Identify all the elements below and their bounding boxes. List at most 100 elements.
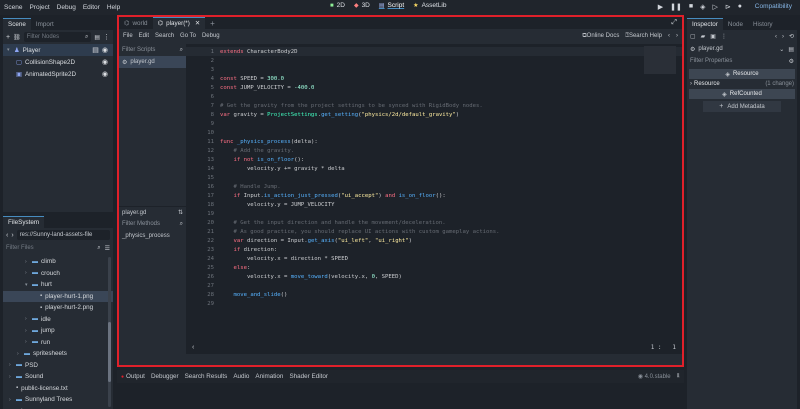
code-line[interactable]: 24 velocity.x = direction * SPEED (186, 254, 682, 263)
folder-item[interactable]: › ▬ crouch (3, 268, 113, 280)
online-docs-button[interactable]: ⧉Online Docs (582, 33, 619, 40)
code-line[interactable]: 14 velocity.y += gravity * delta (186, 164, 682, 173)
more-icon[interactable]: ⋮ (103, 33, 110, 41)
collapse-icon[interactable]: ▾ (7, 47, 14, 53)
menu-scene[interactable]: Scene (4, 4, 22, 11)
scrollbar[interactable] (108, 257, 111, 407)
search-help-button[interactable]: ⍰Search Help (625, 33, 662, 40)
code-line[interactable]: 1 extends CharacterBody2D (186, 47, 682, 56)
back-icon[interactable]: ‹ (775, 34, 777, 40)
folder-item[interactable]: › ▬ idle (3, 314, 113, 326)
add-node-icon[interactable]: + (6, 34, 10, 41)
code-line[interactable]: 22 var direction = Input. get_axis("ui_le… (186, 236, 682, 245)
more-icon[interactable]: ⋮ (721, 33, 727, 40)
code-line[interactable]: 29 (186, 299, 682, 308)
tab-import[interactable]: Import (31, 18, 59, 30)
pause-icon[interactable]: ❚❚ (670, 3, 682, 11)
code-line[interactable]: 18 velocity.y = JUMP_VELOCITY (186, 200, 682, 209)
code-line[interactable]: 28 move_and_slide() (186, 290, 682, 299)
method-item[interactable]: _physics_process (119, 230, 186, 242)
filter-nodes-input[interactable]: Filter Nodes ⌕ (23, 32, 92, 42)
folder-item[interactable]: › ▬ run (3, 337, 113, 349)
prev-script-icon[interactable]: ‹ (668, 33, 670, 39)
node-collisionshape2d[interactable]: ▢ CollisionShape2D ◉ (3, 56, 113, 68)
expand-icon[interactable]: › (9, 397, 16, 403)
tab-output[interactable]: Output (126, 373, 145, 380)
code-line[interactable]: 26 velocity.x = move_toward (velocity.x, … (186, 272, 682, 281)
menu-project[interactable]: Project (29, 4, 49, 11)
code-line[interactable]: 23 if direction: (186, 245, 682, 254)
filter-scripts-input[interactable]: Filter Scripts ⌕ (119, 44, 186, 56)
property-resource[interactable]: › Resource (1 change) (687, 79, 797, 89)
file-item[interactable]: ▪ player-hurt-2.png (3, 302, 113, 314)
menu-goto[interactable]: Go To (180, 33, 196, 39)
settings-icon[interactable]: ⚙ (789, 58, 794, 65)
script-item-player[interactable]: ⚙ player.gd (119, 56, 186, 68)
forward-icon[interactable]: › (782, 34, 784, 40)
tab-debugger[interactable]: Debugger (151, 373, 179, 380)
tab-node[interactable]: Node (723, 18, 748, 30)
menu-debug[interactable]: Debug (57, 4, 76, 11)
tab-world[interactable]: ⌬ world (119, 17, 153, 29)
back-icon[interactable]: ‹ (6, 232, 8, 239)
code-line[interactable]: 5 const JUMP_VELOCITY = -400.0 (186, 83, 682, 92)
play-icon[interactable]: ▶ (658, 3, 663, 11)
code-line[interactable]: 13 if not is_on_floor (): (186, 155, 682, 164)
code-line[interactable]: 10 (186, 128, 682, 137)
code-line[interactable]: 2 (186, 56, 682, 65)
workspace-2d[interactable]: ■ 2D (330, 2, 345, 9)
path-field[interactable]: res://Sunny-land-assets-file (16, 230, 110, 240)
tab-history[interactable]: History (748, 18, 778, 30)
code-line[interactable]: 6 (186, 92, 682, 101)
link-icon[interactable]: ⛓ (13, 34, 21, 41)
code-line[interactable]: 3 (186, 65, 682, 74)
forward-icon[interactable]: › (11, 232, 13, 239)
remote-debug-icon[interactable]: ◈ (700, 3, 705, 11)
code-line[interactable]: 17 if Input. is_action_just_pressed("ui_a… (186, 191, 682, 200)
tab-animation[interactable]: Animation (255, 373, 283, 380)
code-line[interactable]: 7 # Get the gravity from the project sett… (186, 101, 682, 110)
folder-item[interactable]: › ▬ PSD (3, 360, 113, 372)
inspected-object[interactable]: ⚙ player.gd ⌄ ▤ (687, 43, 797, 55)
minimap[interactable] (644, 46, 676, 74)
code-line[interactable]: 16 # Handle Jump. (186, 182, 682, 191)
code-line[interactable]: 20 # Get the input direction and handle … (186, 218, 682, 227)
code-line[interactable]: 27 (186, 281, 682, 290)
folder-item[interactable]: › ▬ Sunnyland Trees (3, 394, 113, 406)
expand-icon[interactable]: › (25, 270, 32, 276)
sort-icon[interactable]: ⇅ (178, 209, 183, 216)
expand-icon[interactable]: › (25, 328, 32, 334)
code-line[interactable]: 19 (186, 209, 682, 218)
play-custom-icon[interactable]: ⊳ (725, 3, 731, 11)
code-line[interactable]: 12 # Add the gravity. (186, 146, 682, 155)
node-animatedsprite2d[interactable]: ▣ AnimatedSprite2D ◉ (3, 68, 113, 80)
code-line[interactable]: 9 (186, 119, 682, 128)
new-resource-icon[interactable]: ▢ (690, 33, 696, 40)
tab-player[interactable]: ⌬ player(*) ✕ (152, 17, 206, 29)
script-icon[interactable]: ▤ (92, 46, 99, 54)
next-script-icon[interactable]: › (676, 33, 678, 39)
stop-icon[interactable]: ■ (689, 3, 693, 11)
add-metadata-button[interactable]: + Add Metadata (703, 101, 781, 112)
code-line[interactable]: 8 var gravity = ProjectSettings. get_setti… (186, 110, 682, 119)
code-line[interactable]: 15 (186, 173, 682, 182)
folder-item[interactable]: › ▬ spritesheets (3, 348, 113, 360)
code-area[interactable]: 1 extends CharacterBody2D 2 3 4 const SPEED =… (186, 44, 682, 354)
movie-icon[interactable]: ● (738, 3, 742, 11)
history-icon[interactable]: ⟲ (789, 33, 794, 40)
visibility-icon[interactable]: ◉ (102, 46, 108, 54)
menu-edit[interactable]: Edit (139, 33, 149, 39)
file-item[interactable]: ▪ public-license.txt (3, 383, 113, 395)
renderer-select[interactable]: Compatibility (755, 3, 792, 10)
attach-script-icon[interactable]: ▤ (94, 34, 100, 41)
menu-search[interactable]: Search (155, 33, 174, 39)
tab-inspector[interactable]: Inspector (687, 18, 723, 30)
code-line[interactable]: 25 else: (186, 263, 682, 272)
folder-item[interactable]: › ▬ jump (3, 325, 113, 337)
expand-icon[interactable]: › (9, 362, 16, 368)
filter-properties-input[interactable]: Filter Properties ⚙ (687, 55, 797, 67)
pin-icon[interactable]: ⫫ (677, 373, 680, 380)
menu-editor[interactable]: Editor (83, 4, 100, 11)
object-tools-icon[interactable]: ▤ (788, 46, 794, 53)
section-resource[interactable]: ◈ Resource (689, 69, 795, 79)
